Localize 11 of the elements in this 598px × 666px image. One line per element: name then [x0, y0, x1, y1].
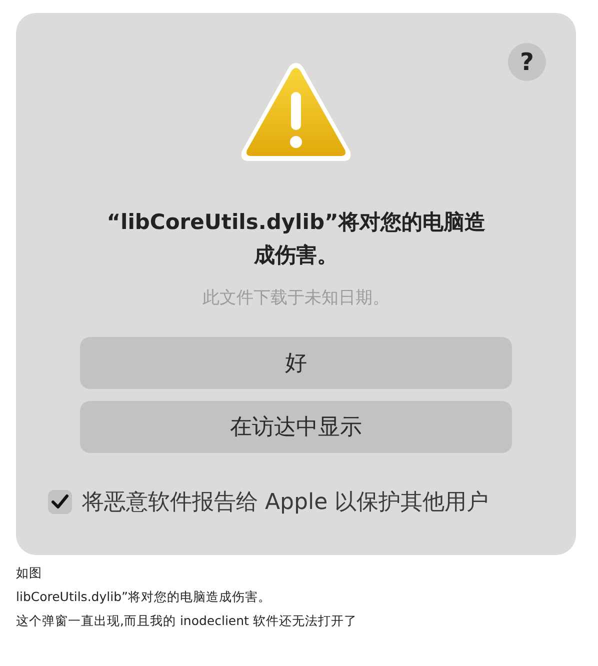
dialog-button[interactable]: 在访达中显示	[80, 401, 512, 453]
post-text: 这个弹窗一直出现,而且我的 inodeclient 软件还无法打开了	[16, 613, 358, 630]
alert-title: “libCoreUtils.dylib”将对您的电脑造成伤害。	[106, 209, 486, 269]
post-text: libCoreUtils.dylib”将对您的电脑造成伤害。	[16, 589, 272, 606]
checkbox-label: 将恶意软件报告给 Apple 以保护其他用户	[82, 489, 489, 517]
help-button[interactable]: ?	[508, 43, 546, 81]
alert-message: 此文件下载于未知日期。	[202, 287, 390, 309]
dialog-button[interactable]: 好	[80, 337, 512, 389]
warning-icon	[239, 60, 353, 164]
checkbox[interactable]	[48, 490, 72, 514]
post-text: 如图	[16, 565, 43, 582]
